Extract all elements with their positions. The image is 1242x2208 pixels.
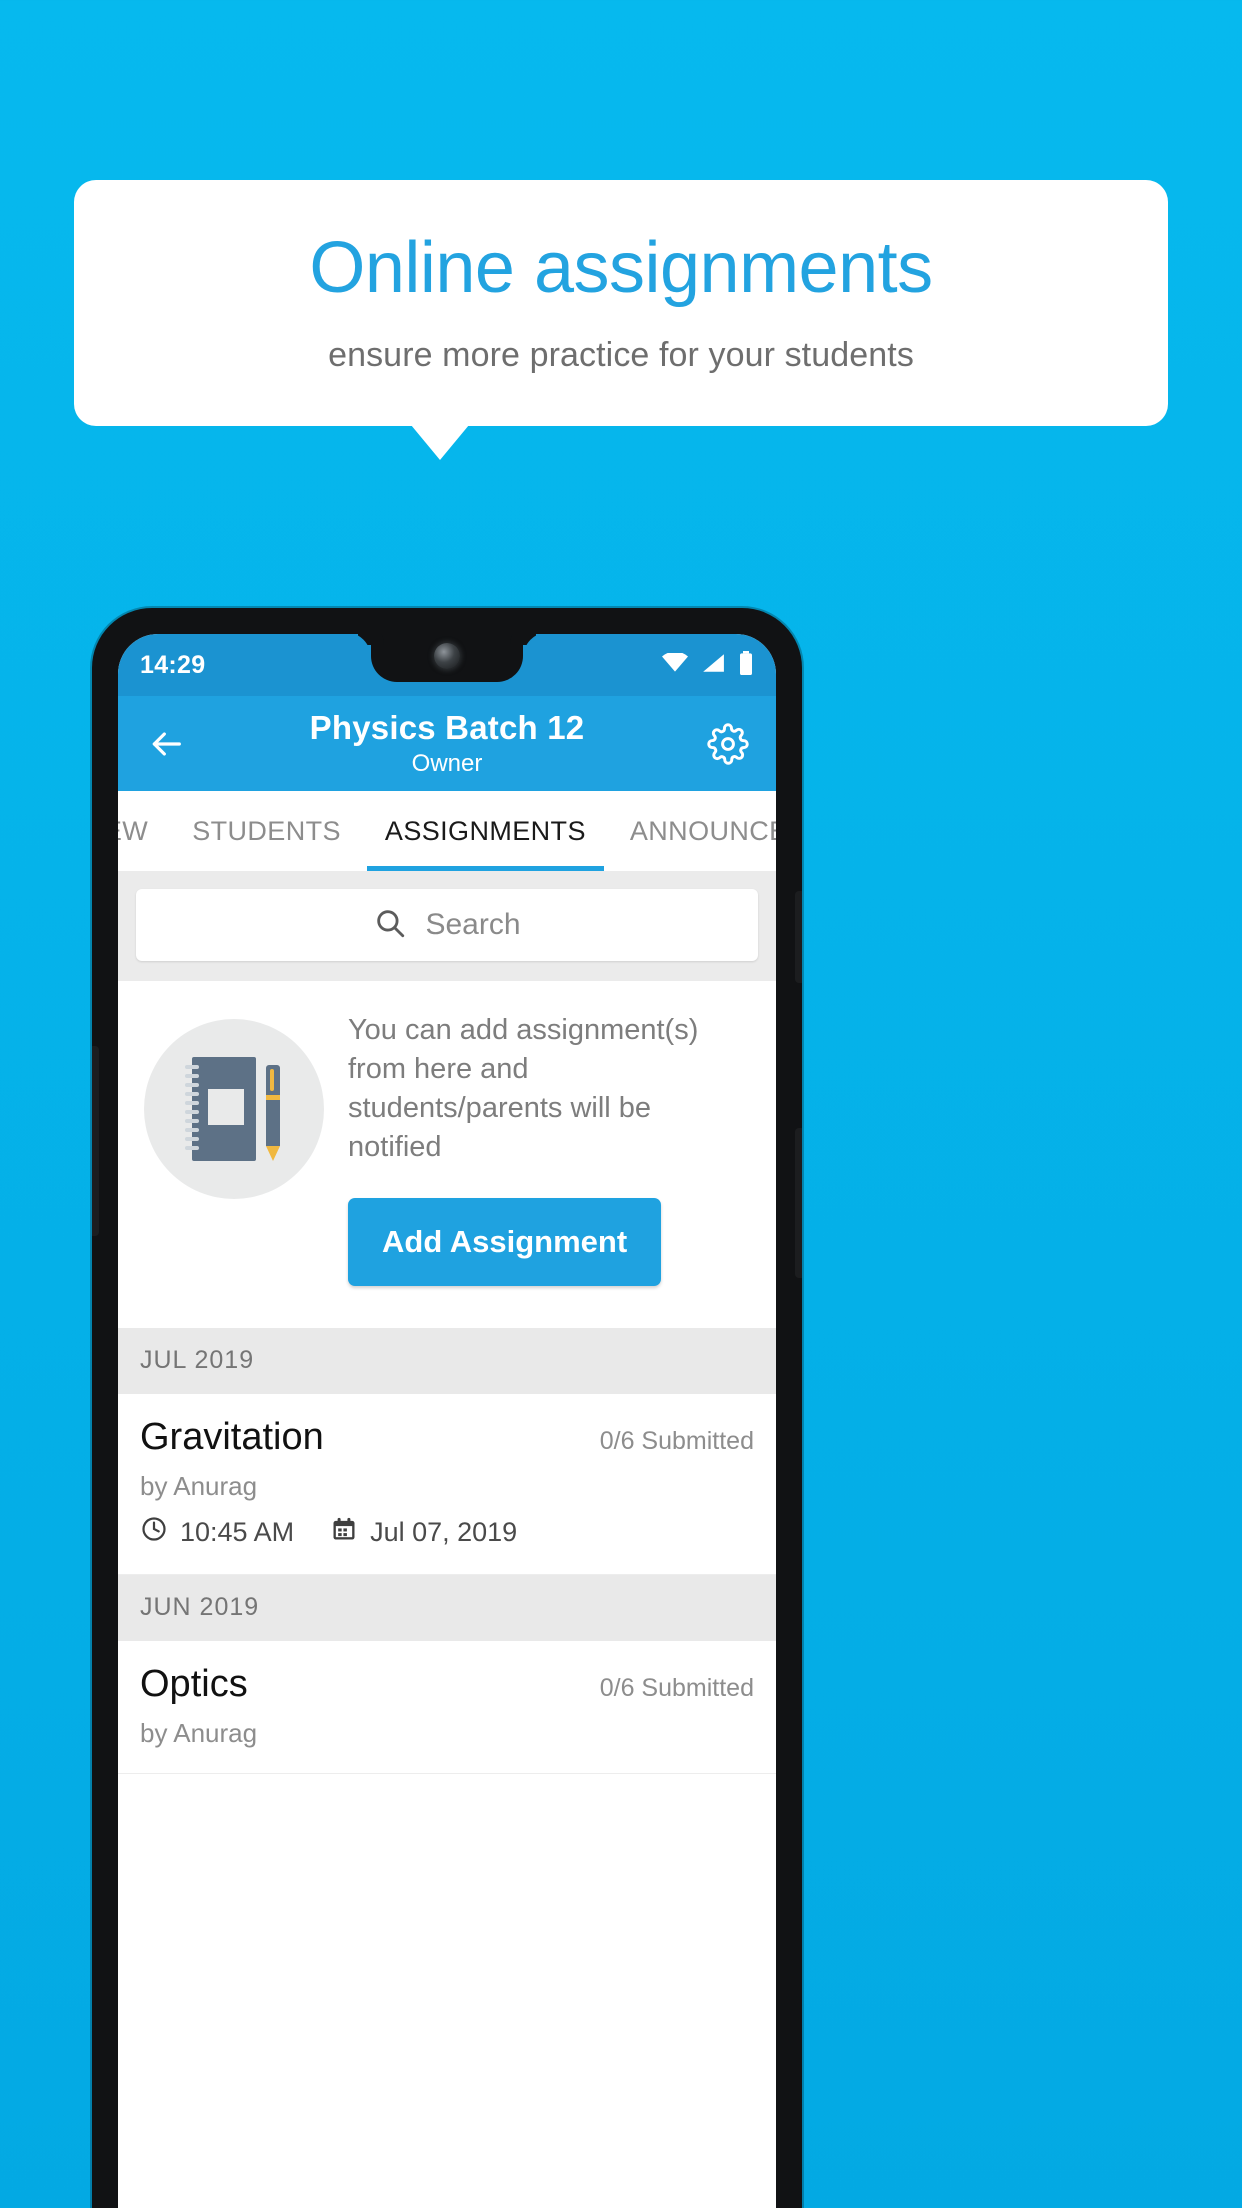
assignment-title: Optics [140, 1662, 248, 1705]
empty-state-card: You can add assignment(s) from here and … [118, 981, 776, 1328]
wifi-icon [662, 651, 688, 678]
pen-icon [266, 1065, 280, 1161]
search-input[interactable]: Search [136, 889, 758, 961]
assignment-author: by Anurag [140, 1717, 258, 1748]
signal-icon [701, 653, 725, 678]
notebook-label [208, 1089, 244, 1125]
front-camera [434, 643, 460, 669]
tab-label: STUDENTS [192, 815, 341, 846]
status-icons [662, 650, 754, 680]
submitted-count: 0/6 Submitted [599, 1673, 754, 1702]
battery-icon [738, 650, 754, 680]
empty-state-text: You can add assignment(s) from here and … [348, 1011, 750, 1286]
promo-card: Online assignments ensure more practice … [74, 180, 1168, 426]
notebook-icon [185, 1057, 256, 1161]
tab-overview[interactable]: IEW [118, 791, 170, 871]
search-icon [373, 906, 407, 945]
tab-bar: IEW STUDENTS ASSIGNMENTS ANNOUNCEM [118, 791, 776, 871]
volume-button[interactable] [795, 1128, 802, 1278]
status-time: 14:29 [140, 650, 206, 679]
settings-button[interactable] [704, 720, 752, 768]
assignment-title: Gravitation [140, 1415, 324, 1458]
assignment-date: Jul 07, 2019 [370, 1516, 518, 1547]
add-assignment-button[interactable]: Add Assignment [348, 1197, 662, 1286]
phone-screen: 14:29 Physics Batch 12 Owner W STUDENTS … [118, 634, 776, 2208]
app-bar-titles: Physics Batch 12 Owner [118, 696, 776, 791]
search-placeholder: Search [425, 908, 521, 941]
speech-bubble-tail [411, 425, 469, 460]
calendar-icon [330, 1515, 358, 1550]
back-button[interactable] [142, 720, 190, 768]
assignment-author: by Anurag [140, 1470, 258, 1501]
month-header: JUL 2019 [118, 1327, 776, 1394]
power-button[interactable] [795, 891, 802, 983]
tab-students[interactable]: STUDENTS [170, 791, 363, 871]
notebook-pen-icon [144, 1019, 324, 1199]
promo-subtitle: ensure more practice for your students [328, 336, 914, 375]
tab-label: ASSIGNMENTS [384, 815, 586, 846]
tab-label: IEW [118, 815, 149, 846]
assignment-row-top: Gravitation 0/6 Submitted [140, 1416, 754, 1459]
tab-announcements[interactable]: ANNOUNCEM [608, 791, 776, 871]
assignment-meta: 10:45 AM Jul 07, 2019 [140, 1515, 754, 1550]
notch [371, 634, 523, 682]
assignment-row-top: Optics 0/6 Submitted [140, 1663, 754, 1706]
search-bar-container: Search [118, 871, 776, 981]
app-bar: Physics Batch 12 Owner [118, 696, 776, 791]
month-header: JUN 2019 [118, 1574, 776, 1641]
promo-title: Online assignments [309, 227, 933, 308]
status-bar: 14:29 [118, 634, 776, 696]
page-title: Physics Batch 12 [309, 709, 585, 746]
assignment-row[interactable]: Optics 0/6 Submitted by Anurag [118, 1640, 776, 1774]
submitted-count: 0/6 Submitted [599, 1426, 754, 1455]
page-subtitle: Owner [411, 750, 483, 777]
empty-state-message: You can add assignment(s) from here and … [348, 1014, 699, 1164]
side-button-left[interactable] [92, 1046, 99, 1236]
phone-mockup: 14:29 Physics Batch 12 Owner W STUDENTS … [92, 608, 802, 2208]
tab-label: ANNOUNCEM [629, 815, 776, 846]
spiral-binding [185, 1065, 199, 1153]
assignment-time: 10:45 AM [180, 1516, 295, 1547]
tab-assignments[interactable]: ASSIGNMENTS [363, 791, 608, 871]
clock-icon [140, 1515, 168, 1550]
assignment-row[interactable]: Gravitation 0/6 Submitted by Anurag 10:4… [118, 1393, 776, 1575]
